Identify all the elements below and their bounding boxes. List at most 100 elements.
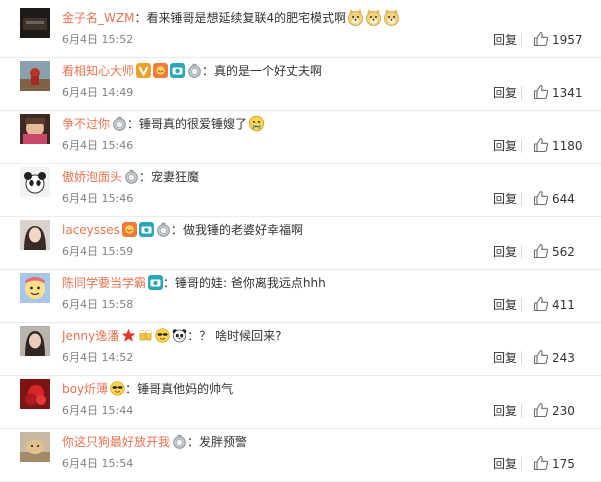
username-link[interactable]: 看相知心大师 [62,64,134,78]
fans-badge-icon[interactable] [121,222,137,237]
action-divider [521,139,522,153]
like-button[interactable]: 175 [533,455,575,473]
comment-text-line: 争不过你 ：锤哥真的很爱锤嫂了 [62,114,265,134]
reply-button[interactable]: 回复 [493,404,517,418]
action-divider [521,298,522,312]
comment-content: 锤哥真他妈的帅气 [137,382,234,396]
member-camera-icon[interactable] [138,222,154,237]
reply-button[interactable]: 回复 [493,192,517,206]
avatar[interactable] [20,379,50,409]
comment-item: 陈同学要当学霸 ：锤哥的娃: 爸你离我远点hhh 6月4日 15:58 回复 411 [0,269,601,323]
fans-badge-icon[interactable] [153,63,169,78]
like-count: 243 [552,351,575,365]
like-button[interactable]: 562 [533,243,575,261]
doge-icon [383,9,400,26]
comment-text-line: 看相知心大师 ：真的是一个好丈夫啊 [62,61,322,81]
like-button[interactable]: 1180 [533,137,583,155]
like-button[interactable]: 411 [533,296,575,314]
avatar[interactable] [20,220,50,250]
like-button[interactable]: 644 [533,190,575,208]
silver-medal-icon[interactable] [112,116,127,131]
comment-item: 金子名_WZM：看来锤哥是想延续复联4的肥宅模式啊 6月4日 15:52 回复 195… [0,4,601,58]
username-link[interactable]: Jenny逸潘 [62,329,119,343]
like-count: 1341 [552,86,583,100]
reply-button[interactable]: 回复 [493,86,517,100]
comment-timestamp: 6月4日 14:52 [62,351,134,364]
member-camera-icon[interactable] [170,63,186,78]
username-link[interactable]: 傲娇泡面头 [62,170,122,184]
comment-timestamp: 6月4日 15:54 [62,457,134,470]
reply-button[interactable]: 回复 [493,33,517,47]
username-link[interactable]: 争不过你 [62,117,110,131]
like-button[interactable]: 1957 [533,31,583,49]
avatar[interactable] [20,61,50,91]
comment-text-line: 傲娇泡面头 ：宠妻狂魔 [62,167,199,187]
comment-colon: ： [125,382,138,396]
sunglasses-face-icon[interactable] [155,328,170,343]
action-divider [521,404,522,418]
comment-timestamp: 6月4日 15:59 [62,245,134,258]
member-camera-icon[interactable] [148,275,164,290]
username-link[interactable]: laceysses [62,223,120,237]
star-icon[interactable] [121,328,136,343]
comment-content: 发胖预警 [199,435,248,449]
silver-medal-icon[interactable] [187,63,202,78]
action-divider [521,33,522,47]
verified-v-icon[interactable] [136,63,152,78]
like-button[interactable]: 230 [533,402,575,420]
doge-icon [347,9,364,26]
action-divider [521,245,522,259]
comment-item: boy炘薄 ：锤哥真他妈的帅气 6月4日 15:44 回复 230 [0,375,601,429]
avatar[interactable] [20,167,50,197]
like-button[interactable]: 243 [533,349,575,367]
reply-button[interactable]: 回复 [493,139,517,153]
thumbs-up-icon [533,84,549,100]
like-count: 1180 [552,139,583,153]
thumbs-up-icon [533,455,549,471]
comment-text-line: 你这只狗最好放开我 ：发胖预警 [62,432,247,452]
like-count: 230 [552,404,575,418]
comment-list: 金子名_WZM ： 看来锤哥是想延续复联4的肥宅模式啊 6月4日 15:52 回复 195… [0,0,601,482]
comment-content: 锤哥的娃: 爸你离我远点hhh [175,276,326,290]
username-link[interactable]: 你这只狗最好放开我 [62,435,170,449]
reply-button[interactable]: 回复 [493,457,517,471]
comment-colon: ： [170,223,183,237]
comment-item: 傲娇泡面头 ：宠妻狂魔 6月4日 15:46 回复 644 [0,163,601,217]
comment-colon: ： [139,170,152,184]
avatar[interactable] [20,8,50,38]
thumbs-up-icon [533,243,549,259]
avatar[interactable] [20,432,50,462]
reply-button[interactable]: 回复 [493,245,517,259]
reply-button[interactable]: 回复 [493,298,517,312]
action-divider [521,457,522,471]
comment-content: 宠妻狂魔 [151,170,200,184]
comment-content: 看来锤哥是想延续复联4的肥宅模式啊 [146,11,347,25]
comment-content: 做我锤的老婆好幸福啊 [182,223,303,237]
cheers-badge-icon[interactable] [138,328,153,343]
comment-timestamp: 6月4日 15:52 [62,33,134,46]
avatar[interactable] [20,326,50,356]
action-divider [521,192,522,206]
comment-text-line: boy炘薄 ：锤哥真他妈的帅气 [62,379,233,399]
thumbs-up-icon [533,190,549,206]
avatar[interactable] [20,273,50,303]
silver-medal-icon[interactable] [156,222,171,237]
username-link[interactable]: 陈同学要当学霸 [62,276,146,290]
reply-button[interactable]: 回复 [493,351,517,365]
panda-icon[interactable] [172,328,187,343]
username-link[interactable]: boy炘薄 [62,382,108,396]
comment-timestamp: 6月4日 15:46 [62,192,134,205]
silver-medal-icon[interactable] [172,434,187,449]
thumbs-up-icon [533,349,549,365]
comment-content: 真的是一个好丈夫啊 [214,64,323,78]
sunglasses-face-icon[interactable] [110,381,125,396]
comment-colon: ： [163,276,176,290]
avatar[interactable] [20,114,50,144]
comment-text-line: 陈同学要当学霸 ：锤哥的娃: 爸你离我远点hhh [62,273,326,293]
comment-timestamp: 6月4日 15:46 [62,139,134,152]
like-button[interactable]: 1341 [533,84,583,102]
username-link[interactable]: 金子名_WZM [62,11,134,25]
silver-medal-icon[interactable] [124,169,139,184]
comment-item: 争不过你 ：锤哥真的很爱锤嫂了 6月4日 15:46 回复 1180 [0,110,601,164]
like-count: 411 [552,298,575,312]
